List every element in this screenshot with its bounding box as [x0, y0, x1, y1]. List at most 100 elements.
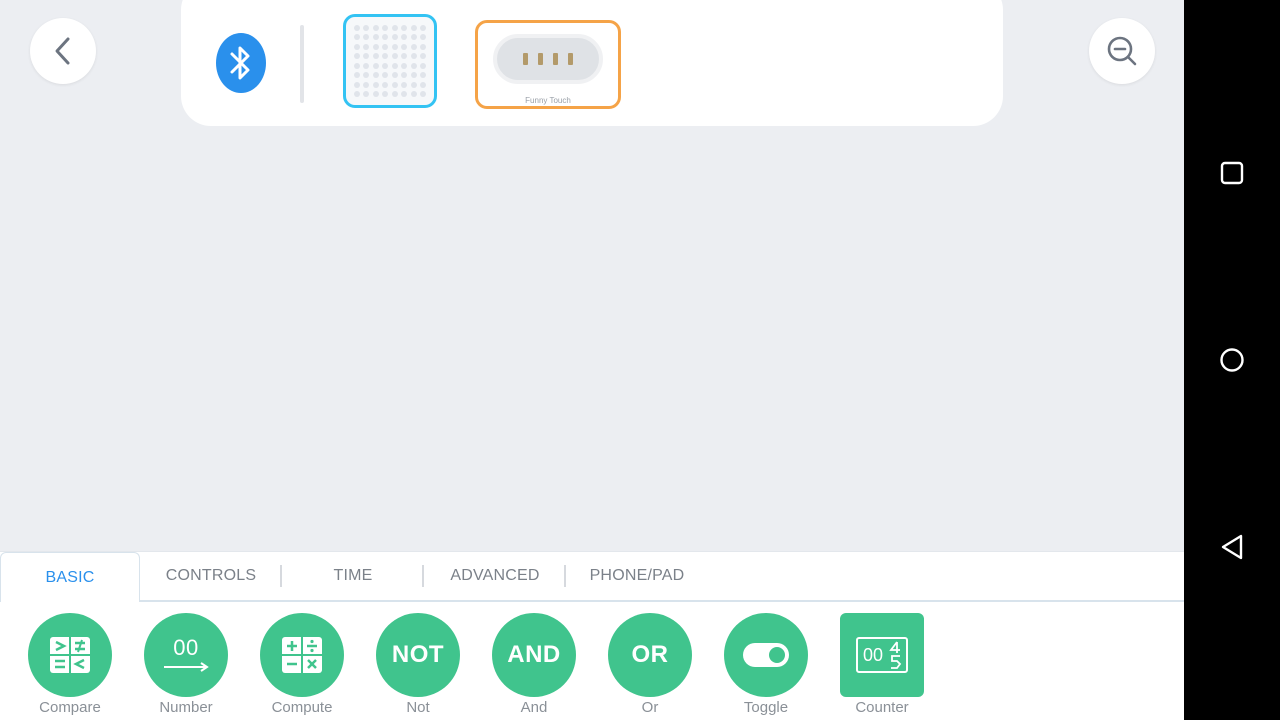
android-nav-bar: [1184, 0, 1280, 720]
number-icon: 00: [144, 613, 228, 697]
led-dot: [382, 43, 389, 50]
tab-phone-pad[interactable]: PHONE/PAD: [566, 552, 708, 600]
led-dot: [401, 43, 408, 50]
led-dot: [401, 62, 408, 69]
led-dot: [410, 91, 417, 98]
led-dot: [372, 62, 379, 69]
led-dot: [401, 53, 408, 60]
block-label: Compute: [271, 699, 333, 716]
block-compare[interactable]: Compare: [0, 613, 116, 720]
led-dot: [353, 34, 360, 41]
compute-icon: [260, 613, 344, 697]
block-toggle[interactable]: Toggle: [696, 613, 812, 720]
led-dot: [363, 43, 370, 50]
led-dot: [420, 62, 427, 69]
recents-button[interactable]: [1212, 153, 1252, 193]
led-dot: [401, 34, 408, 41]
led-dot: [372, 34, 379, 41]
block-not[interactable]: NOT Not: [348, 613, 464, 720]
block-label: Number: [159, 699, 213, 716]
led-dot: [420, 43, 427, 50]
led-dot: [410, 72, 417, 79]
led-dot: [372, 91, 379, 98]
tab-time[interactable]: TIME: [282, 552, 424, 600]
led-dot: [410, 62, 417, 69]
led-dot: [363, 91, 370, 98]
led-dot: [363, 81, 370, 88]
led-dot: [420, 53, 427, 60]
tab-advanced[interactable]: ADVANCED: [424, 552, 566, 600]
triangle-back-icon: [1221, 534, 1243, 560]
not-icon: NOT: [376, 613, 460, 697]
toggle-icon: [724, 613, 808, 697]
led-dot: [353, 53, 360, 60]
led-dot: [363, 62, 370, 69]
led-dot: [382, 53, 389, 60]
tab-controls[interactable]: CONTROLS: [140, 552, 282, 600]
led-dot: [420, 91, 427, 98]
block-label: Or: [641, 699, 659, 716]
block-list: Compare 00 Number Compute NOT Not AND An…: [0, 613, 1184, 720]
led-dot: [372, 72, 379, 79]
led-dot: [410, 43, 417, 50]
category-tabs: BASIC CONTROLS TIME ADVANCED PHONE/PAD: [0, 551, 1184, 602]
led-dot: [353, 24, 360, 31]
nav-back-button[interactable]: [1212, 527, 1252, 567]
square-icon: [1220, 161, 1244, 185]
led-dot: [401, 24, 408, 31]
device-funny-touch[interactable]: Funny Touch: [475, 20, 621, 109]
back-button[interactable]: [30, 18, 96, 84]
led-dot: [363, 53, 370, 60]
led-dot: [391, 72, 398, 79]
led-dot: [401, 81, 408, 88]
counter-icon: 00: [840, 613, 924, 697]
led-dot: [420, 24, 427, 31]
or-icon: OR: [608, 613, 692, 697]
block-label: And: [520, 699, 548, 716]
circle-icon: [1220, 348, 1244, 372]
led-dot: [353, 62, 360, 69]
bluetooth-icon: [230, 46, 250, 80]
led-dot: [363, 24, 370, 31]
block-number[interactable]: 00 Number: [116, 613, 232, 720]
led-dot: [382, 24, 389, 31]
led-dot: [410, 24, 417, 31]
zoom-out-icon: [1107, 36, 1137, 66]
led-dot: [391, 53, 398, 60]
led-dot: [410, 81, 417, 88]
led-dot: [401, 91, 408, 98]
block-counter[interactable]: 00 Counter: [812, 613, 928, 720]
led-dot: [420, 34, 427, 41]
led-dot: [391, 81, 398, 88]
funny-touch-image: [493, 34, 603, 84]
compare-icon: [28, 613, 112, 697]
block-label: Counter: [855, 699, 909, 716]
led-dot: [353, 91, 360, 98]
bluetooth-button[interactable]: [216, 33, 266, 93]
led-dot: [391, 34, 398, 41]
led-dot: [363, 72, 370, 79]
led-dot: [401, 72, 408, 79]
block-label: Not: [406, 699, 430, 716]
block-and[interactable]: AND And: [464, 613, 580, 720]
led-dot: [372, 24, 379, 31]
led-dot: [382, 91, 389, 98]
device-led-matrix[interactable]: [343, 14, 437, 108]
led-dot: [382, 72, 389, 79]
led-dot: [353, 43, 360, 50]
led-dot: [382, 81, 389, 88]
led-dot: [382, 62, 389, 69]
block-label: Compare: [39, 699, 101, 716]
led-dot: [420, 72, 427, 79]
led-dot: [353, 81, 360, 88]
home-button[interactable]: [1212, 340, 1252, 380]
chevron-left-icon: [55, 37, 70, 65]
led-dot: [420, 81, 427, 88]
tab-basic[interactable]: BASIC: [0, 552, 140, 602]
led-dot: [382, 34, 389, 41]
block-or[interactable]: OR Or: [580, 613, 696, 720]
led-dot: [391, 91, 398, 98]
zoom-out-button[interactable]: [1089, 18, 1155, 84]
led-dot: [410, 53, 417, 60]
block-compute[interactable]: Compute: [232, 613, 348, 720]
